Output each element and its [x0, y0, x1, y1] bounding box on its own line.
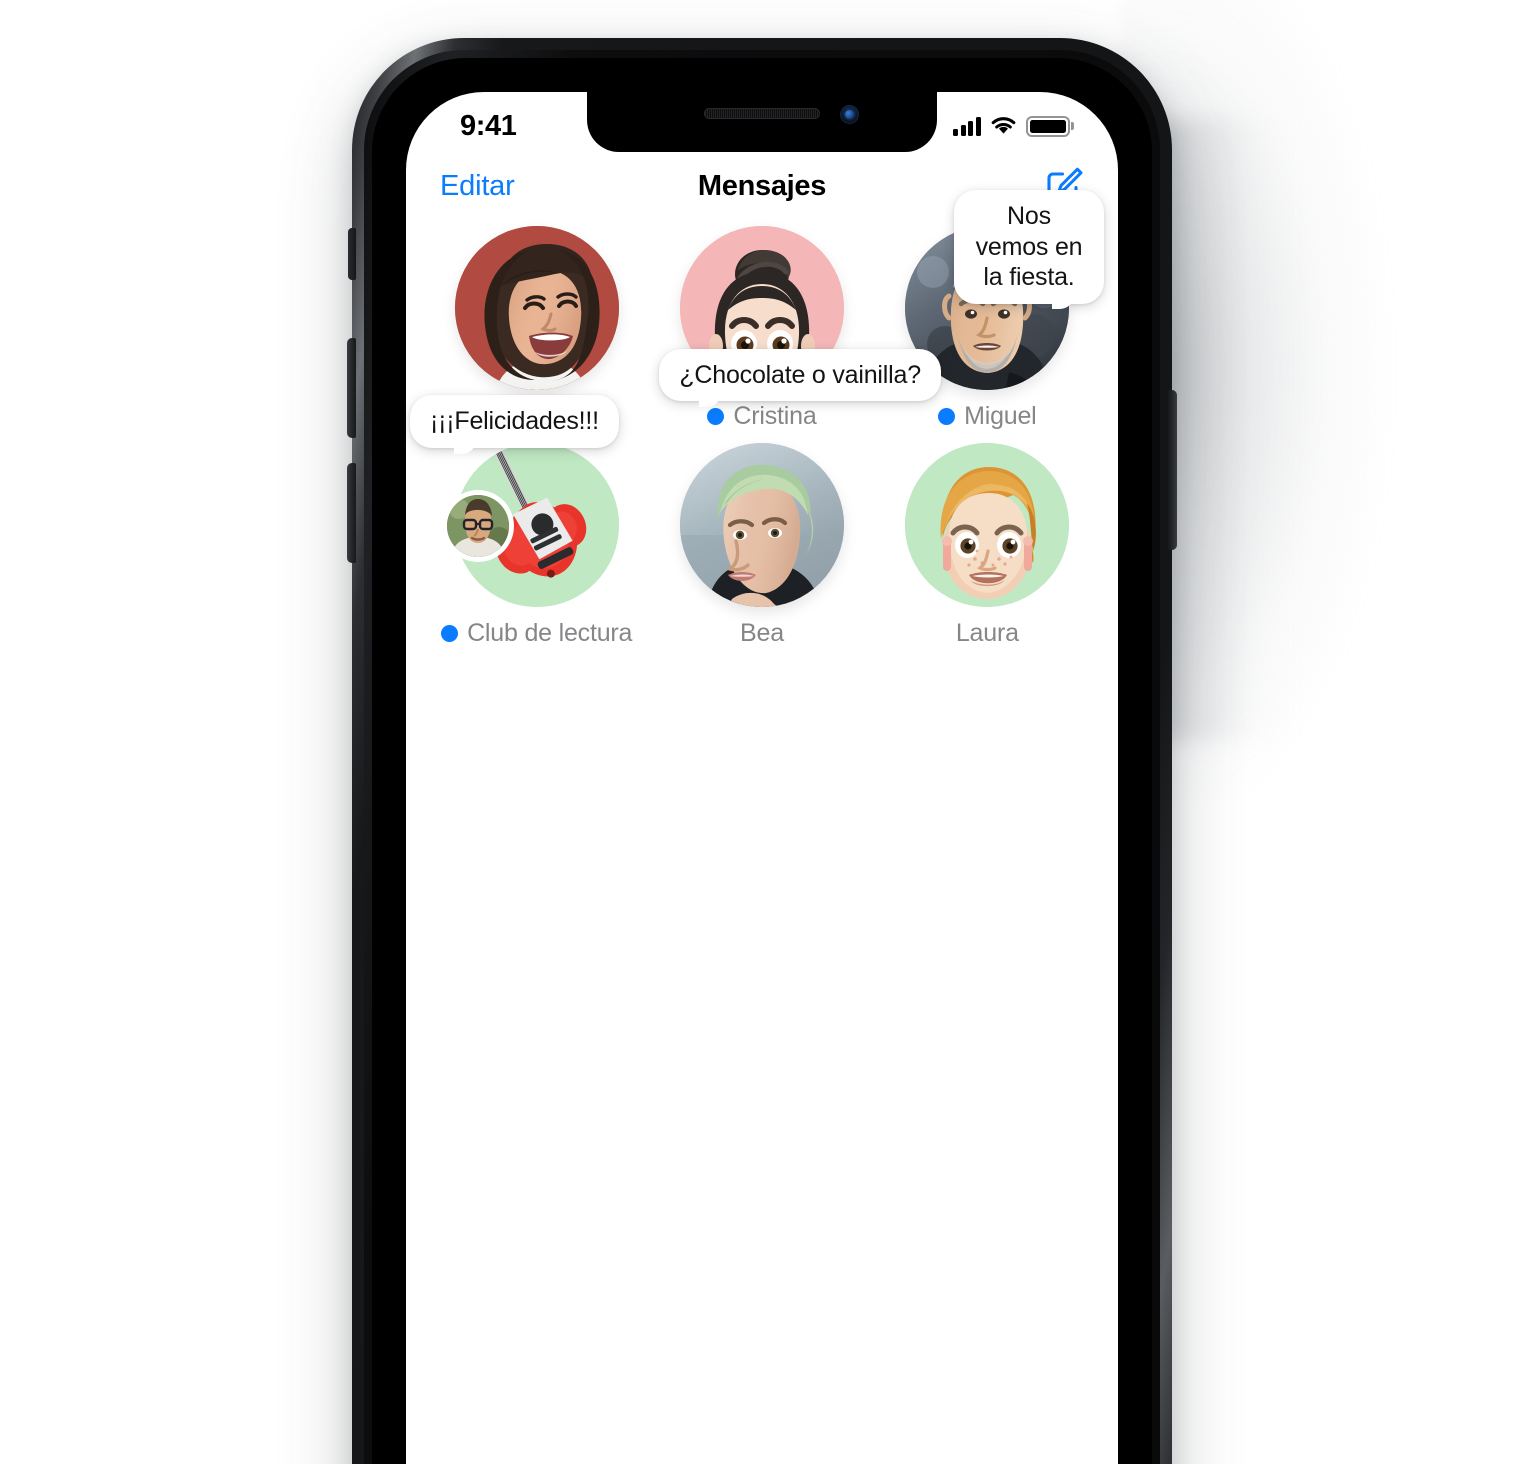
wifi-icon	[991, 117, 1015, 134]
status-time: 9:41	[460, 109, 517, 142]
photo-woman-short-hair	[679, 443, 844, 607]
battery-full-icon	[1025, 115, 1074, 137]
unread-dot	[441, 625, 459, 642]
message-bubble[interactable]: ¡¡¡Felicidades!!!	[410, 395, 619, 453]
avatar	[454, 226, 619, 390]
pinned-item-laura[interactable]: Laura	[875, 443, 1100, 648]
pinned-item-bea[interactable]: Bea	[649, 443, 874, 648]
pinned-label: Laura	[956, 619, 1019, 648]
memoji-headwrap	[905, 443, 1070, 607]
mute-switch-button[interactable]	[348, 228, 356, 280]
phone-screen: 9:41 Editar Mensajes ¿Chocolate o vainil…	[406, 92, 1118, 1464]
unread-dot	[707, 408, 725, 425]
photo-man-glasses	[446, 495, 509, 557]
device-glass: 9:41 Editar Mensajes ¿Chocolate o vainil…	[372, 58, 1152, 1464]
earpiece-speaker-icon	[704, 108, 820, 119]
device-drop-shadow	[1120, 0, 1526, 800]
status-indicators	[953, 115, 1074, 137]
front-camera-icon	[840, 105, 859, 124]
unread-dot	[938, 408, 956, 425]
pinned-conversations-grid: Chan	[406, 190, 1118, 648]
power-button[interactable]	[1168, 390, 1177, 550]
contact-name: Cristina	[733, 402, 817, 430]
signal-bars-icon	[953, 116, 981, 136]
pinned-label: Bea	[740, 619, 784, 648]
message-bubble[interactable]: Nos vemos en la fiesta.	[953, 190, 1104, 308]
pinned-item-cristina[interactable]: ¿Chocolate o vainilla? Cristina	[649, 226, 941, 431]
avatar	[905, 443, 1070, 607]
contact-name: Laura	[955, 619, 1019, 647]
contact-name: Miguel	[964, 402, 1037, 430]
pinned-label: Cristina	[707, 402, 817, 431]
iphone-device-frame: 9:41 Editar Mensajes ¿Chocolate o vainil…	[347, 38, 1177, 1464]
volume-down-button[interactable]	[347, 463, 356, 563]
group-member-avatar	[446, 495, 509, 557]
pinned-item-club-de-lectura[interactable]: ¡¡¡Felicidades!!! Club de lectura	[410, 395, 649, 648]
message-bubble[interactable]: ¿Chocolate o vainilla?	[659, 348, 941, 407]
pinned-label: Club de lectura	[441, 619, 632, 648]
notch	[587, 92, 937, 152]
contact-name: Bea	[740, 619, 784, 647]
contact-name: Club de lectura	[467, 619, 633, 647]
pinned-label: Miguel	[938, 402, 1037, 431]
edit-button[interactable]: Editar	[440, 170, 515, 203]
avatar	[679, 443, 844, 607]
photo-woman-smiling	[454, 226, 619, 390]
volume-up-button[interactable]	[347, 338, 356, 438]
